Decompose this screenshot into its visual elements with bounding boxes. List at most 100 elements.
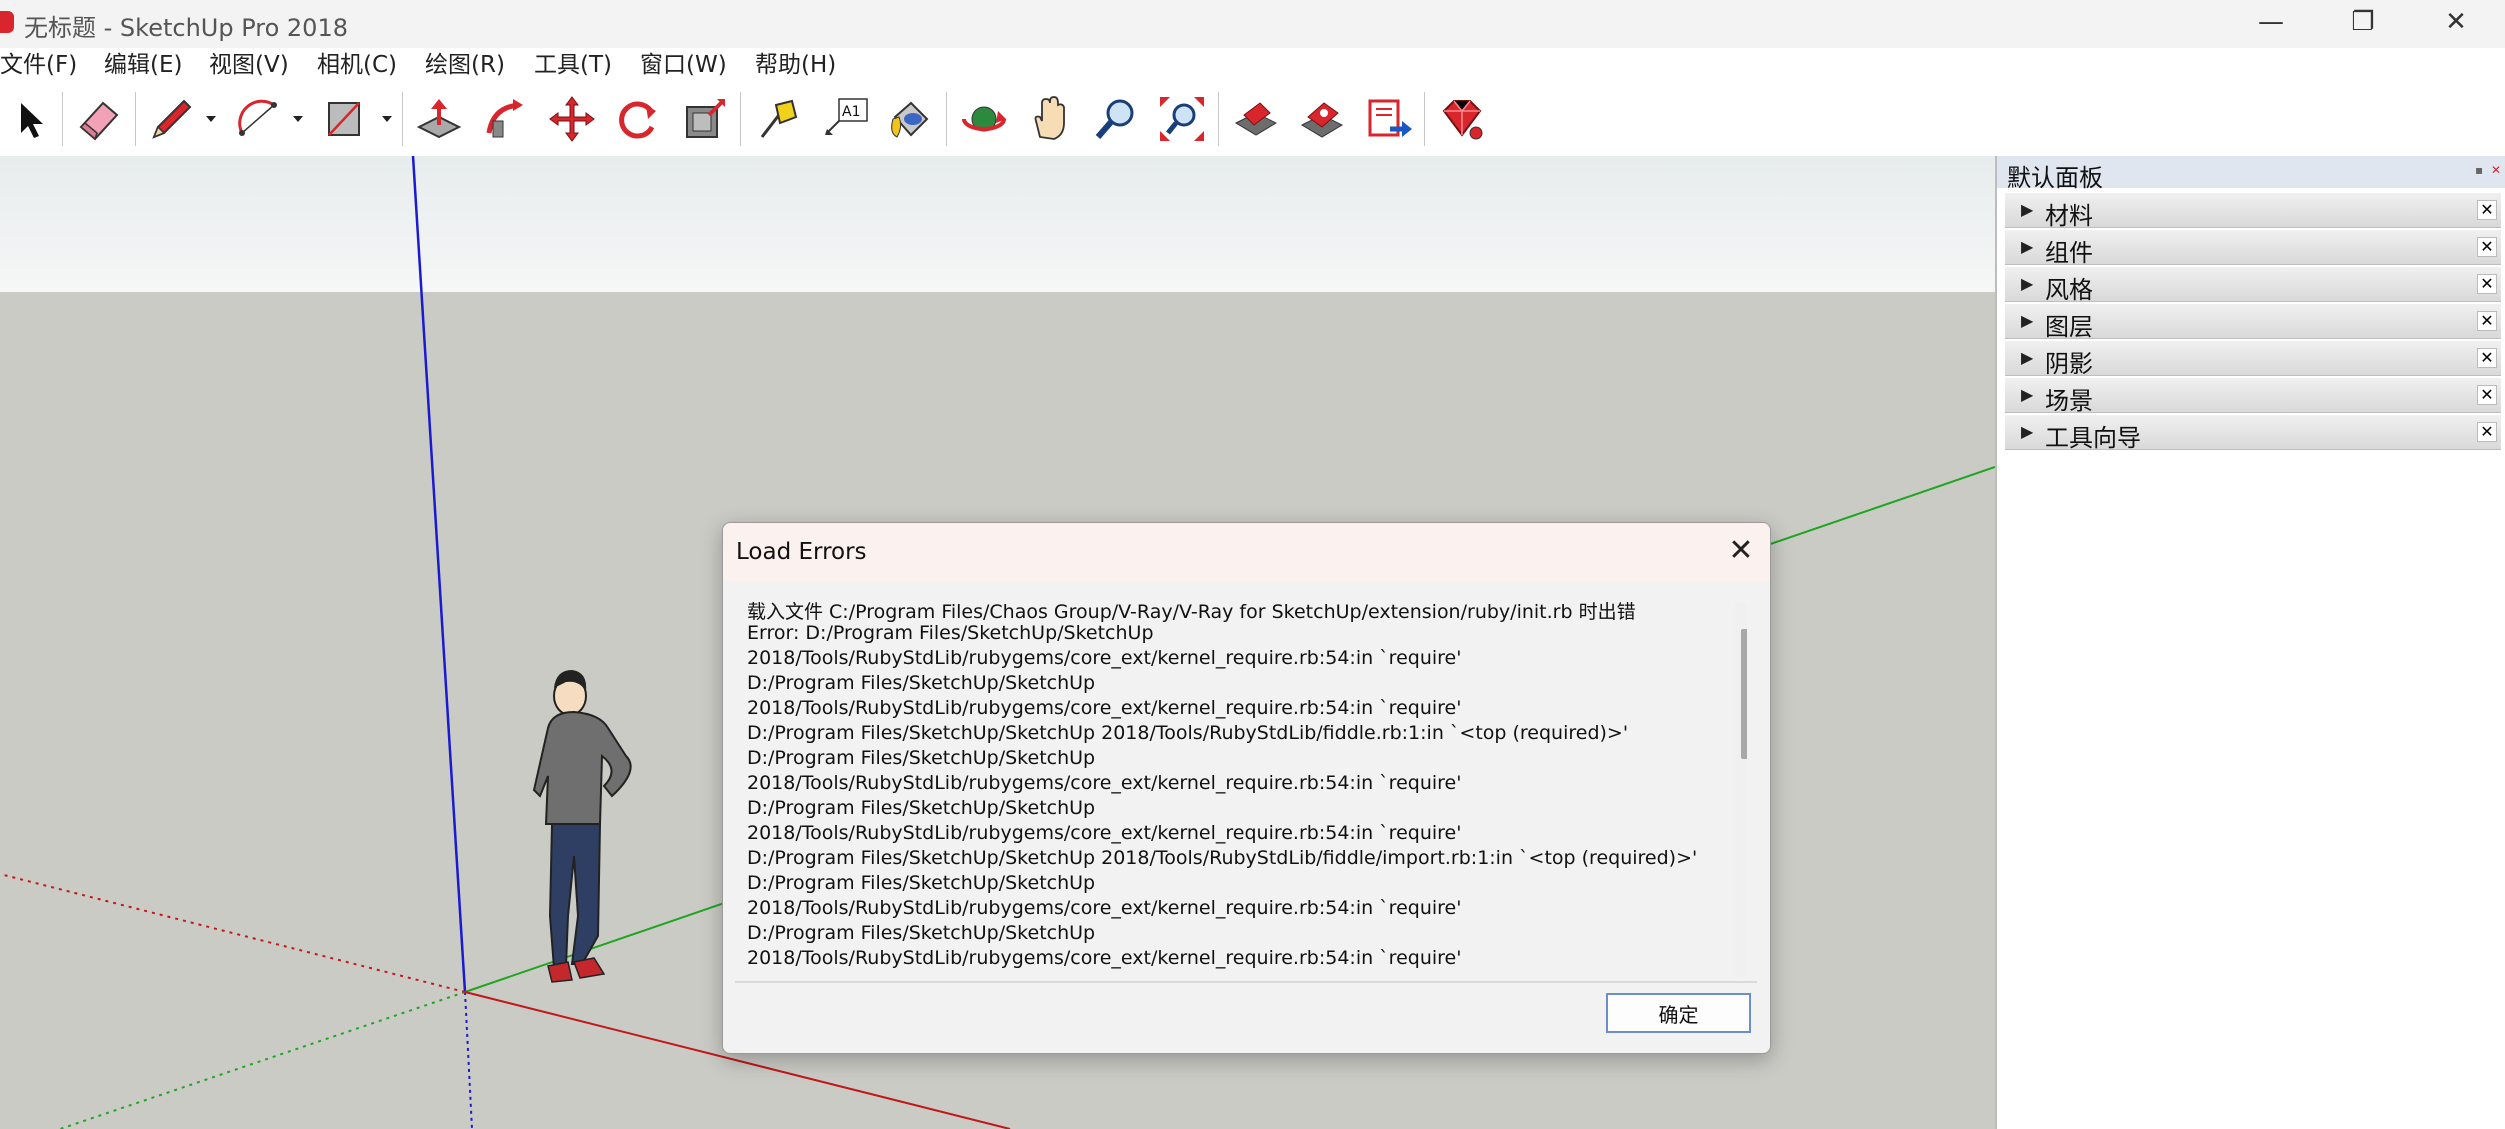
pencil-tool-button[interactable]	[143, 90, 201, 148]
tray-title: 默认面板	[2007, 164, 2103, 192]
dialog-title: Load Errors	[736, 539, 867, 565]
eraser-tool-button[interactable]	[70, 90, 128, 148]
panel-close-icon[interactable]: ✕	[2477, 311, 2497, 331]
close-window-button[interactable]: ✕	[2411, 0, 2501, 44]
toolbar-separator	[946, 92, 947, 146]
maximize-button[interactable]: ❐	[2318, 0, 2408, 44]
move-icon	[549, 96, 595, 142]
log-line: D:/Program Files/SketchUp/SketchUp 2018/…	[747, 722, 1629, 744]
pan-tool-button[interactable]	[1021, 90, 1079, 148]
expand-arrow-icon: ▶	[2021, 237, 2034, 256]
tray-panel-instructor[interactable]: ▶ 工具向导 ✕	[2005, 415, 2501, 452]
tray-panel-label: 图层	[2045, 313, 2093, 341]
rectangle-icon	[328, 102, 360, 136]
log-scrollbar-thumb[interactable]	[1741, 629, 1747, 759]
menu-file[interactable]: 文件(F)	[0, 48, 77, 82]
log-line: 载入文件 C:/Program Files/Chaos Group/V-Ray/…	[747, 601, 1636, 623]
eraser-icon	[79, 101, 119, 141]
tray-panel-label: 阴影	[2045, 350, 2093, 378]
ruby-console-button[interactable]	[1433, 90, 1491, 148]
pencil-dropdown-icon[interactable]	[204, 112, 218, 126]
text-tool-button[interactable]: A1	[816, 90, 874, 148]
extension-warehouse-button[interactable]	[1293, 90, 1351, 148]
tray-panel-label: 场景	[2045, 387, 2093, 415]
tray-panel-label: 组件	[2045, 239, 2093, 267]
menu-view[interactable]: 视图(V)	[209, 48, 289, 82]
menu-draw[interactable]: 绘图(R)	[425, 48, 505, 82]
toolbar-separator	[1424, 92, 1425, 146]
error-log-textarea[interactable]: 载入文件 C:/Program Files/Chaos Group/V-Ray/…	[735, 597, 1747, 977]
log-line: D:/Program Files/SketchUp/SketchUp	[747, 672, 1096, 694]
orbit-tool-button[interactable]	[955, 90, 1013, 148]
follow-me-tool-button[interactable]	[476, 90, 534, 148]
tape-measure-icon	[760, 99, 798, 138]
tray-panel-layers[interactable]: ▶ 图层 ✕	[2005, 304, 2501, 341]
minimize-button[interactable]: —	[2226, 0, 2316, 44]
main-toolbar: A1	[0, 82, 2505, 157]
menu-help[interactable]: 帮助(H)	[755, 48, 836, 82]
tray-pin-icon[interactable]: ▪	[2475, 164, 2485, 176]
tray-panel-label: 材料	[2045, 202, 2093, 230]
tray-panel-shadows[interactable]: ▶ 阴影 ✕	[2005, 341, 2501, 378]
arc-tool-button[interactable]	[229, 90, 287, 148]
expand-arrow-icon: ▶	[2021, 422, 2034, 441]
rotate-tool-button[interactable]	[609, 90, 667, 148]
panel-close-icon[interactable]: ✕	[2477, 348, 2497, 368]
ruby-console-icon	[1442, 100, 1483, 140]
tray-header: 默认面板 ▪ ✕	[1997, 156, 2505, 192]
tray-panel-scenes[interactable]: ▶ 场景 ✕	[2005, 378, 2501, 415]
panel-close-icon[interactable]: ✕	[2477, 274, 2497, 294]
zoom-extents-tool-button[interactable]	[1153, 90, 1211, 148]
tape-measure-tool-button[interactable]	[749, 90, 807, 148]
zoom-icon	[1095, 99, 1134, 139]
log-line: 2018/Tools/RubyStdLib/rubygems/core_ext/…	[747, 647, 1462, 669]
ok-button[interactable]: 确定	[1606, 993, 1751, 1033]
rectangle-dropdown-icon[interactable]	[380, 112, 394, 126]
paint-bucket-icon	[891, 101, 929, 138]
log-line: Error: D:/Program Files/SketchUp/SketchU…	[747, 622, 1154, 644]
blue-axis-negative	[464, 991, 473, 1129]
scale-figure	[532, 670, 632, 983]
dialog-close-button[interactable]: ✕	[1724, 535, 1758, 569]
rectangle-tool-button[interactable]	[316, 90, 374, 148]
send-to-layout-button[interactable]	[1359, 90, 1417, 148]
push-pull-tool-button[interactable]	[410, 90, 468, 148]
toolbar-separator	[740, 92, 741, 146]
select-icon	[21, 103, 43, 138]
zoom-tool-button[interactable]	[1087, 90, 1145, 148]
expand-arrow-icon: ▶	[2021, 311, 2034, 330]
log-line: D:/Program Files/SketchUp/SketchUp	[747, 747, 1096, 769]
arc-dropdown-icon[interactable]	[291, 112, 305, 126]
panel-close-icon[interactable]: ✕	[2477, 200, 2497, 220]
warehouse-icon	[1234, 102, 1278, 136]
pan-icon	[1034, 96, 1065, 140]
toolbar-separator	[135, 92, 136, 146]
select-tool-button[interactable]	[0, 90, 58, 148]
log-scrollbar[interactable]	[1735, 603, 1747, 977]
log-line: 2018/Tools/RubyStdLib/rubygems/core_ext/…	[747, 697, 1462, 719]
panel-close-icon[interactable]: ✕	[2477, 237, 2497, 257]
expand-arrow-icon: ▶	[2021, 200, 2034, 219]
menu-tools[interactable]: 工具(T)	[534, 48, 612, 82]
move-tool-button[interactable]	[543, 90, 601, 148]
expand-arrow-icon: ▶	[2021, 348, 2034, 367]
tray-panel-materials[interactable]: ▶ 材料 ✕	[2005, 193, 2501, 230]
tray-panel-components[interactable]: ▶ 组件 ✕	[2005, 230, 2501, 267]
tray-panel-label: 风格	[2045, 276, 2093, 304]
3d-warehouse-button[interactable]	[1227, 90, 1285, 148]
paint-bucket-tool-button[interactable]	[880, 90, 938, 148]
offset-tool-button[interactable]	[676, 90, 734, 148]
text-tool-label: A1	[842, 104, 860, 120]
tray-panel-styles[interactable]: ▶ 风格 ✕	[2005, 267, 2501, 304]
menu-window[interactable]: 窗口(W)	[640, 48, 727, 82]
offset-icon	[686, 99, 725, 138]
green-axis-negative	[59, 991, 466, 1129]
menu-edit[interactable]: 编辑(E)	[104, 48, 182, 82]
toolbar-separator	[402, 92, 403, 146]
tray-close-icon[interactable]: ✕	[2491, 164, 2501, 176]
expand-arrow-icon: ▶	[2021, 274, 2034, 293]
panel-close-icon[interactable]: ✕	[2477, 422, 2497, 442]
menu-camera[interactable]: 相机(C)	[317, 48, 397, 82]
window-title: 无标题 - SketchUp Pro 2018	[24, 14, 348, 42]
panel-close-icon[interactable]: ✕	[2477, 385, 2497, 405]
